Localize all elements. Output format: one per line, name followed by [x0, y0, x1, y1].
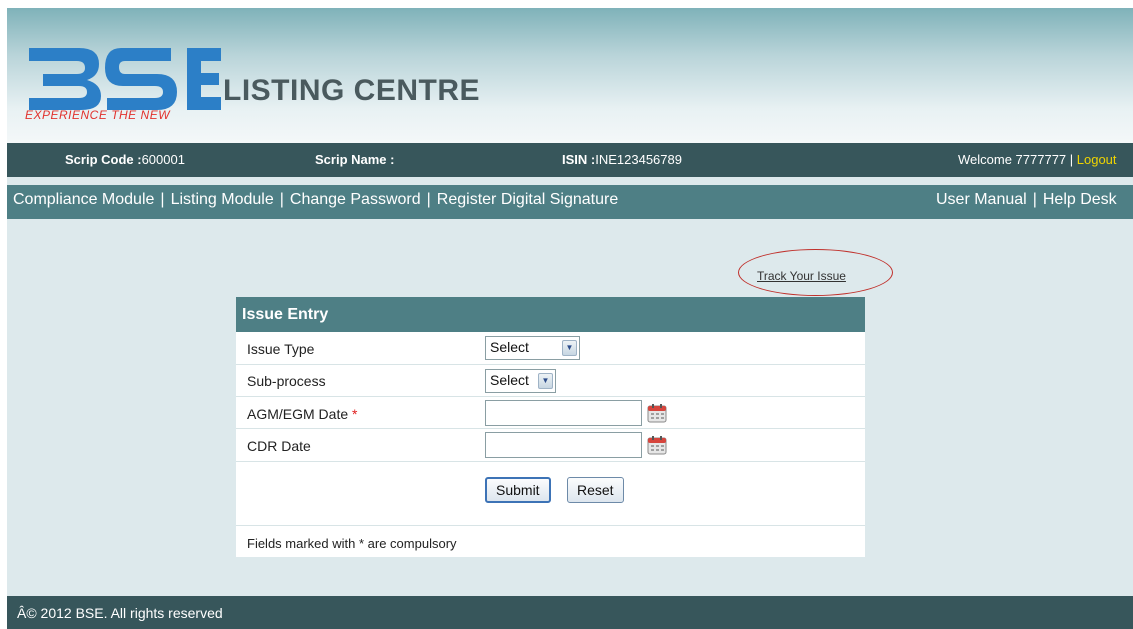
nav-separator: |: [426, 191, 431, 208]
agm-date-label-text: AGM/EGM Date: [247, 406, 349, 422]
actions-row: Submit Reset: [236, 462, 865, 526]
scrip-name: Scrip Name :: [315, 152, 394, 167]
subprocess-select[interactable]: Select ▼: [485, 369, 556, 393]
nav-separator: |: [1032, 191, 1037, 208]
agm-date-label: AGM/EGM Date *: [247, 406, 357, 422]
calendar-icon[interactable]: [647, 403, 667, 423]
welcome-label: Welcome 7777777 |: [958, 152, 1077, 167]
subprocess-row: Sub-process Select ▼: [236, 365, 865, 397]
nav-listing-module[interactable]: Listing Module: [171, 191, 274, 208]
isin-value: INE123456789: [595, 152, 682, 167]
issue-type-select[interactable]: Select ▼: [485, 336, 580, 360]
required-fields-note: Fields marked with * are compulsory: [247, 536, 457, 551]
scrip-code-label: Scrip Code :: [65, 152, 142, 167]
issue-type-row: Issue Type Select ▼: [236, 332, 865, 365]
reset-button[interactable]: Reset: [567, 477, 624, 503]
scrip-name-label: Scrip Name :: [315, 152, 395, 167]
cdr-date-label: CDR Date: [247, 438, 311, 454]
nav-left: Compliance Module | Listing Module | Change …: [13, 191, 618, 209]
nav-help-desk[interactable]: Help Desk: [1043, 191, 1117, 208]
scrip-code: Scrip Code :600001: [65, 152, 185, 167]
nav-user-manual[interactable]: User Manual: [936, 191, 1027, 208]
chevron-down-icon[interactable]: ▼: [538, 373, 553, 389]
footer: Â© 2012 BSE. All rights reserved: [7, 596, 1133, 629]
cdr-date-row: CDR Date: [236, 429, 865, 462]
subprocess-value: Select: [490, 372, 529, 388]
nav-separator: |: [279, 191, 284, 208]
nav-compliance-module[interactable]: Compliance Module: [13, 191, 154, 208]
nav-change-password[interactable]: Change Password: [290, 191, 421, 208]
site-title: LISTING CENTRE: [223, 74, 481, 107]
main-nav: Compliance Module | Listing Module | Change …: [7, 185, 1133, 219]
issue-type-label: Issue Type: [247, 341, 315, 357]
logo-tagline: EXPERIENCE THE NEW: [25, 108, 171, 122]
form-title: Issue Entry: [236, 297, 865, 332]
calendar-icon[interactable]: [647, 435, 667, 455]
issue-type-value: Select: [490, 339, 529, 355]
required-marker: *: [352, 406, 358, 422]
isin-label: ISIN :: [562, 152, 596, 167]
app-window: EXPERIENCE THE NEW LISTING CENTRE Scrip …: [7, 8, 1133, 629]
copyright-text: Â© 2012 BSE. All rights reserved: [17, 605, 223, 621]
nav-right: User Manual | Help Desk: [936, 191, 1117, 209]
nav-register-digital-signature[interactable]: Register Digital Signature: [437, 191, 618, 208]
logout-link[interactable]: Logout: [1077, 152, 1117, 167]
chevron-down-icon[interactable]: ▼: [562, 340, 577, 356]
nav-separator: |: [160, 191, 165, 208]
agm-date-row: AGM/EGM Date *: [236, 397, 865, 429]
track-your-issue-link[interactable]: Track Your Issue: [757, 269, 846, 283]
agm-date-input[interactable]: [485, 400, 642, 426]
submit-button[interactable]: Submit: [485, 477, 551, 503]
subprocess-label: Sub-process: [247, 373, 326, 389]
isin: ISIN :INE123456789: [562, 152, 682, 167]
scrip-code-value: 600001: [141, 152, 185, 167]
issue-entry-form: Issue Entry Issue Type Select ▼ Sub-proc…: [236, 297, 865, 557]
cdr-date-input[interactable]: [485, 432, 642, 458]
welcome-text: Welcome 7777777 | Logout: [958, 152, 1117, 167]
site-header: EXPERIENCE THE NEW LISTING CENTRE: [7, 8, 1133, 143]
scrip-info-bar: Scrip Code :600001 Scrip Name : ISIN :IN…: [7, 143, 1133, 177]
